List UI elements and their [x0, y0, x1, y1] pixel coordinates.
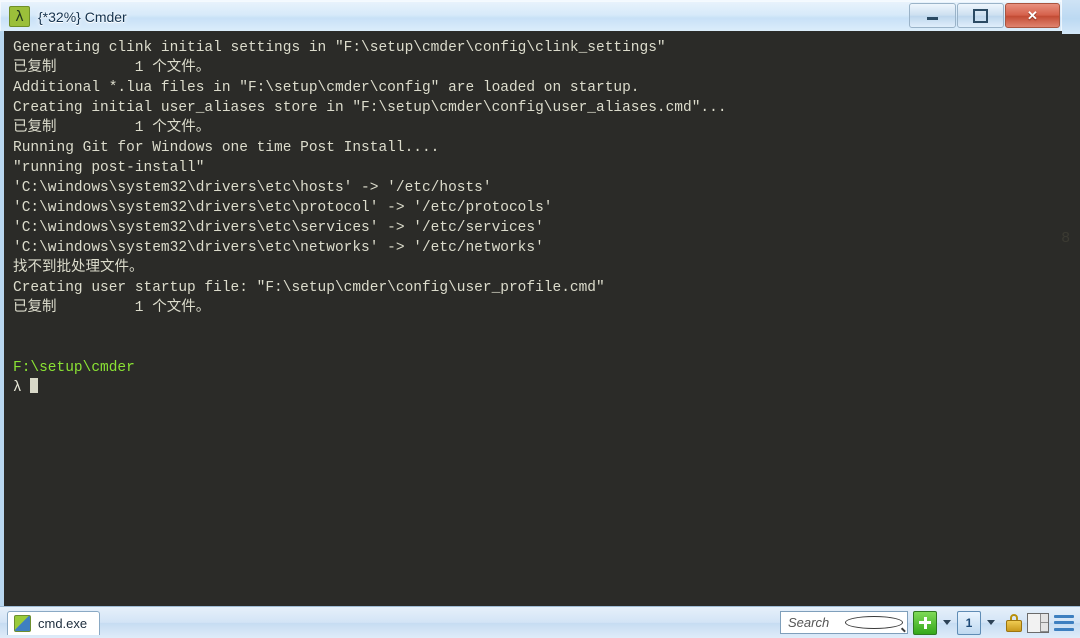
- text-cursor: [30, 378, 39, 393]
- prompt-symbol: λ: [13, 380, 22, 396]
- window-controls: ✕: [908, 3, 1060, 28]
- terminal-line: Creating user startup file: "F:\setup\cm…: [13, 280, 605, 296]
- split-panes-icon[interactable]: [1027, 612, 1049, 633]
- terminal-line: 'C:\windows\system32\drivers\etc\service…: [13, 220, 544, 236]
- new-console-button[interactable]: [913, 610, 937, 635]
- terminal-line: 已复制 1 个文件。: [13, 60, 211, 76]
- terminal-line: 已复制 1 个文件。: [13, 120, 211, 136]
- cmd-icon: [14, 614, 31, 632]
- minimize-button[interactable]: [909, 3, 956, 28]
- close-button[interactable]: ✕: [1005, 3, 1060, 28]
- maximize-button[interactable]: [957, 3, 1004, 28]
- terminal-line: Creating initial user_aliases store in "…: [13, 100, 727, 116]
- screen: Aliases created by using the alias comma…: [0, 0, 1080, 638]
- console-number: 1: [965, 615, 973, 630]
- lambda-icon: λ: [9, 6, 30, 27]
- window-title: {*32%} Cmder: [38, 8, 127, 25]
- new-console-dropdown-icon[interactable]: [943, 620, 951, 625]
- tab-label: cmd.exe: [38, 615, 88, 631]
- terminal-line: 'C:\windows\system32\drivers\etc\hosts' …: [13, 180, 492, 196]
- search-icon: [844, 616, 903, 629]
- terminal-line: 'C:\windows\system32\drivers\etc\protoco…: [13, 200, 553, 216]
- cmder-window: λ {*32%} Cmder ✕ Generating clink initia…: [0, 0, 1062, 637]
- terminal-line: Running Git for Windows one time Post In…: [13, 140, 440, 156]
- status-bar: cmd.exe Search 1: [0, 606, 1080, 638]
- prompt-line[interactable]: λ: [13, 378, 1062, 398]
- close-icon: ✕: [1027, 8, 1038, 23]
- terminal-line: Generating clink initial settings in "F:…: [13, 40, 666, 56]
- restore-icon: [973, 8, 988, 23]
- hamburger-menu-icon[interactable]: [1054, 614, 1074, 631]
- title-bar[interactable]: λ {*32%} Cmder ✕: [0, 0, 1062, 32]
- prompt-path: F:\setup\cmder: [13, 360, 135, 376]
- console-list-dropdown-icon[interactable]: [987, 620, 995, 625]
- plus-icon: [919, 616, 931, 629]
- tab-cmd-exe[interactable]: cmd.exe: [7, 610, 101, 635]
- terminal-line: 'C:\windows\system32\drivers\etc\network…: [13, 240, 544, 256]
- terminal-line: Additional *.lua files in "F:\setup\cmde…: [13, 80, 640, 96]
- minimize-icon: [927, 17, 938, 20]
- active-console-button[interactable]: 1: [957, 610, 981, 635]
- terminal-line: 已复制 1 个文件。: [13, 300, 211, 316]
- status-bar-tools: Search 1: [780, 610, 1080, 635]
- search-placeholder: Search: [788, 615, 830, 630]
- terminal-line: 找不到批处理文件。: [13, 260, 144, 276]
- search-input[interactable]: Search: [780, 611, 908, 634]
- lock-icon[interactable]: [1006, 613, 1022, 632]
- terminal-output[interactable]: Generating clink initial settings in "F:…: [4, 31, 1062, 606]
- terminal-line: "running post-install": [13, 160, 205, 176]
